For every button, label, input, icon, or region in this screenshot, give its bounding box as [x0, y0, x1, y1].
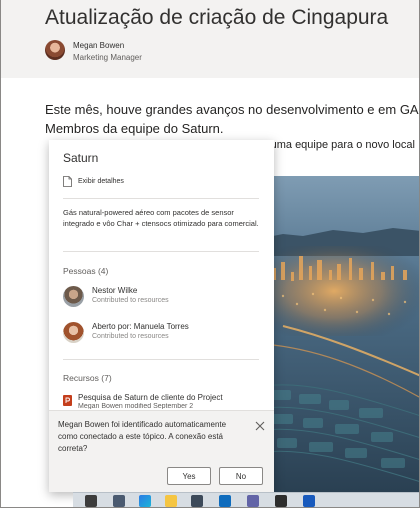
topic-description: Gás natural-powered aéreo com pacotes de… — [63, 208, 259, 228]
file-explorer-icon[interactable] — [165, 495, 177, 507]
avatar — [63, 322, 84, 343]
author-avatar[interactable] — [45, 40, 65, 60]
divider — [63, 198, 259, 199]
confirm-message: Megan Bowen foi identificado automaticam… — [58, 420, 227, 453]
no-button[interactable]: No — [219, 467, 263, 485]
yes-button[interactable]: Yes — [167, 467, 211, 485]
document-icon — [63, 176, 72, 187]
person-subtitle: Contributed to resources — [92, 333, 169, 340]
author-role: Marketing Manager — [73, 53, 142, 62]
people-section-label: Pessoas (4) — [63, 266, 109, 276]
close-icon[interactable] — [254, 420, 266, 432]
article-body-line-2: Membros da equipe do Saturn. — [45, 121, 224, 136]
article-header: Atualização de criação de Cingapura Mega… — [1, 0, 419, 78]
task-view-icon[interactable] — [85, 495, 97, 507]
view-details-link[interactable]: Exibir detalhes — [63, 176, 124, 187]
view-details-label: Exibir detalhes — [78, 178, 124, 185]
person-item[interactable]: Nestor Wilke Contributed to resources — [63, 286, 169, 307]
divider — [63, 251, 259, 252]
divider — [63, 359, 259, 360]
avatar — [63, 286, 84, 307]
resource-subtitle: Megan Bowen modified September 2 — [78, 403, 194, 409]
window-frame: Atualização de criação de Cingapura Mega… — [0, 0, 420, 508]
article-body: Este mês, houve grandes avanços no desen… — [45, 100, 419, 138]
article-body-line-1: Este mês, houve grandes avanços no desen… — [45, 102, 419, 117]
person-name: Nestor Wilke — [92, 286, 138, 295]
person-item[interactable]: Aberto por: Manuela Torres Contributed t… — [63, 322, 189, 343]
article-body-continuation: x: uma equipe para o novo local — [259, 139, 415, 151]
edge-icon[interactable] — [139, 495, 151, 507]
person-name: Aberto por: Manuela Torres — [92, 322, 189, 331]
app-icon[interactable] — [113, 495, 125, 507]
taskbar — [73, 492, 419, 507]
person-subtitle: Contributed to resources — [92, 297, 169, 304]
teams-icon[interactable] — [247, 495, 259, 507]
app-icon[interactable] — [275, 495, 287, 507]
author-name[interactable]: Megan Bowen — [73, 41, 124, 50]
outlook-icon[interactable] — [219, 495, 231, 507]
city-photo — [263, 176, 419, 492]
page-title: Atualização de criação de Cingapura — [45, 6, 389, 29]
store-icon[interactable] — [191, 495, 203, 507]
resources-section-label: Recursos (7) — [63, 373, 112, 383]
powerpoint-icon — [63, 395, 72, 406]
card-title: Saturn — [63, 151, 99, 165]
resource-item[interactable]: Pesquisa de Saturn de cliente do Project… — [63, 393, 223, 409]
resource-title: Pesquisa de Saturn de cliente do Project — [78, 393, 223, 402]
connection-confirm-panel: Megan Bowen foi identificado automaticam… — [49, 410, 274, 492]
word-icon[interactable] — [303, 495, 315, 507]
